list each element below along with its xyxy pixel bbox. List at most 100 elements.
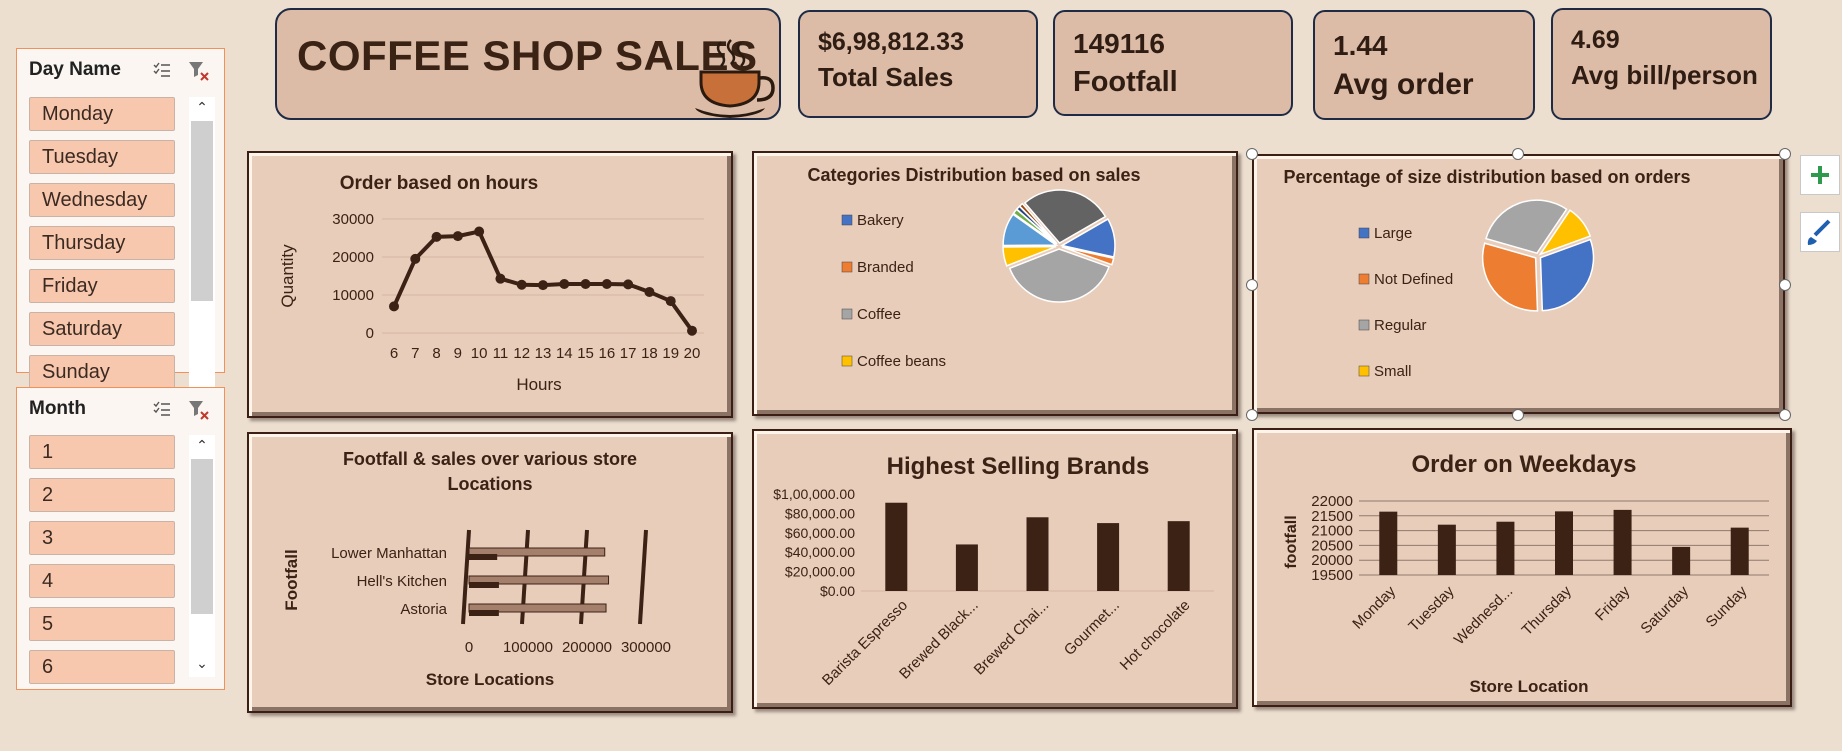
chart-panel-sizes[interactable]: Percentage of size distribution based on… [1252, 154, 1785, 414]
resize-handle[interactable] [1779, 279, 1791, 291]
resize-handle[interactable] [1246, 148, 1258, 160]
month-items-list: 1 2 3 4 5 6 [29, 435, 177, 725]
slicer-item-thursday[interactable]: Thursday [29, 226, 175, 260]
slicer-item-month-1[interactable]: 1 [29, 435, 175, 469]
slicer-item-tuesday[interactable]: Tuesday [29, 140, 175, 174]
resize-handle[interactable] [1246, 409, 1258, 421]
day-name-slicer: Day Name Monday Tuesday Wednesday Thursd… [16, 48, 225, 410]
slicer-item-saturday[interactable]: Saturday [29, 312, 175, 346]
data-point [644, 286, 655, 297]
x-tick-label: 20 [684, 345, 701, 362]
chart-panel-categories[interactable]: Categories Distribution based on sales B… [752, 151, 1238, 416]
scroll-thumb[interactable] [191, 459, 213, 614]
x-tick-label: 8 [432, 345, 440, 362]
multi-select-icon[interactable] [152, 60, 172, 80]
slicer-item-monday[interactable]: Monday [29, 97, 175, 131]
scroll-up-icon[interactable]: ⌃ [189, 99, 215, 119]
resize-handle[interactable] [1512, 409, 1524, 421]
kpi-label: Footfall [1073, 66, 1178, 98]
x-tick-label: 12 [513, 345, 530, 362]
category-label: Lower Manhattan [331, 545, 447, 562]
gridline [638, 529, 648, 625]
y-tick-label: $20,000.00 [785, 564, 855, 580]
slicer-item-month-4[interactable]: 4 [29, 564, 175, 598]
kpi-avg-order: 1.44 Avg order [1313, 10, 1535, 120]
slicer-item-wednesday[interactable]: Wednesday [29, 183, 175, 217]
bar [1613, 509, 1632, 575]
brush-icon [1807, 219, 1831, 245]
slicer-item-sunday[interactable]: Sunday [29, 355, 175, 389]
weekdays-bar-chart: Order on Weekdays footfall Store Locatio… [1283, 451, 1769, 696]
chart-elements-button[interactable] [1800, 155, 1840, 195]
resize-handle[interactable] [1246, 279, 1258, 291]
x-tick-label: 14 [556, 345, 573, 362]
slicer-title: Month [29, 398, 86, 419]
x-tick-label: Friday [1592, 582, 1634, 624]
y-tick-label: 19500 [1311, 567, 1353, 584]
categories-pie-chart: Categories Distribution based on sales B… [807, 165, 1140, 370]
resize-handle[interactable] [1779, 409, 1791, 421]
x-tick-label: 0 [465, 639, 473, 656]
chart-panel-locations[interactable]: Footfall & sales over various store Loca… [247, 432, 733, 713]
bar [885, 502, 908, 591]
x-tick-label: 15 [577, 345, 594, 362]
bar [1555, 511, 1573, 575]
month-scrollbar[interactable]: ⌃ ⌄ [189, 435, 215, 677]
chart-title: Categories Distribution based on sales [807, 165, 1140, 185]
chart-panel-weekdays[interactable]: Order on Weekdays footfall Store Locatio… [1252, 428, 1792, 707]
legend-swatch [1358, 273, 1370, 285]
data-point [431, 231, 442, 242]
kpi-footfall: 149116 Footfall [1053, 10, 1293, 116]
x-tick-label: Wednesd... [1451, 583, 1516, 648]
scroll-down-icon[interactable]: ⌄ [189, 655, 215, 675]
day-scrollbar[interactable]: ⌃ ⌄ [189, 97, 215, 410]
slicer-item-month-6[interactable]: 6 [29, 650, 175, 684]
chart-title: Highest Selling Brands [887, 453, 1150, 480]
resize-handle[interactable] [1512, 148, 1524, 160]
chart-panel-brands[interactable]: Highest Selling Brands $1,00,000.00 $80,0… [752, 429, 1238, 709]
legend-label: Coffee [857, 306, 901, 323]
page-title: COFFEE SHOP SALES [297, 32, 758, 79]
bar [1167, 521, 1190, 591]
scroll-up-icon[interactable]: ⌃ [189, 437, 215, 457]
resize-handle[interactable] [1779, 148, 1791, 160]
data-point [601, 278, 612, 289]
x-tick-label: Gourmet... [1061, 597, 1123, 659]
month-slicer: Month 1 2 3 4 5 6 ⌃ ⌄ [16, 387, 225, 690]
data-point [687, 325, 697, 336]
y-tick-label: $0.00 [820, 583, 855, 599]
slicer-item-friday[interactable]: Friday [29, 269, 175, 303]
day-items-list: Monday Tuesday Wednesday Thursday Friday… [29, 97, 177, 410]
bar [1672, 546, 1691, 575]
gridline [461, 529, 471, 625]
legend-swatch [841, 308, 853, 320]
y-tick-label: 0 [366, 325, 374, 342]
hours-line-chart: Order based on hours Quantity Hours 3000… [278, 173, 704, 394]
slicer-item-month-3[interactable]: 3 [29, 521, 175, 555]
legend-swatch [1358, 319, 1370, 331]
chart-styles-button[interactable] [1800, 212, 1840, 252]
legend-swatch [841, 261, 853, 273]
bar-footfall [469, 610, 499, 616]
legend-label: Not Defined [1374, 271, 1453, 288]
kpi-avg-bill: 4.69 Avg bill/person [1551, 8, 1772, 120]
multi-select-icon[interactable] [152, 399, 172, 419]
bar [1026, 517, 1049, 591]
x-tick-label: 19 [662, 345, 679, 362]
kpi-value: 1.44 [1333, 30, 1388, 61]
chart-panel-hours[interactable]: Order based on hours Quantity Hours 3000… [247, 151, 733, 418]
x-tick-label: 16 [599, 345, 616, 362]
slicer-header: Day Name [29, 57, 214, 85]
x-tick-label: 11 [493, 345, 509, 362]
y-tick-label: $40,000.00 [785, 544, 855, 560]
data-point [538, 280, 548, 291]
x-tick-label: 13 [535, 345, 552, 362]
bar [955, 544, 978, 591]
scroll-thumb[interactable] [191, 121, 213, 301]
chart-title-line-1: Footfall & sales over various store [343, 449, 637, 469]
clear-filter-icon[interactable] [188, 399, 210, 421]
slicer-item-month-2[interactable]: 2 [29, 478, 175, 512]
data-point [559, 278, 570, 289]
clear-filter-icon[interactable] [188, 60, 210, 82]
slicer-item-month-5[interactable]: 5 [29, 607, 175, 641]
